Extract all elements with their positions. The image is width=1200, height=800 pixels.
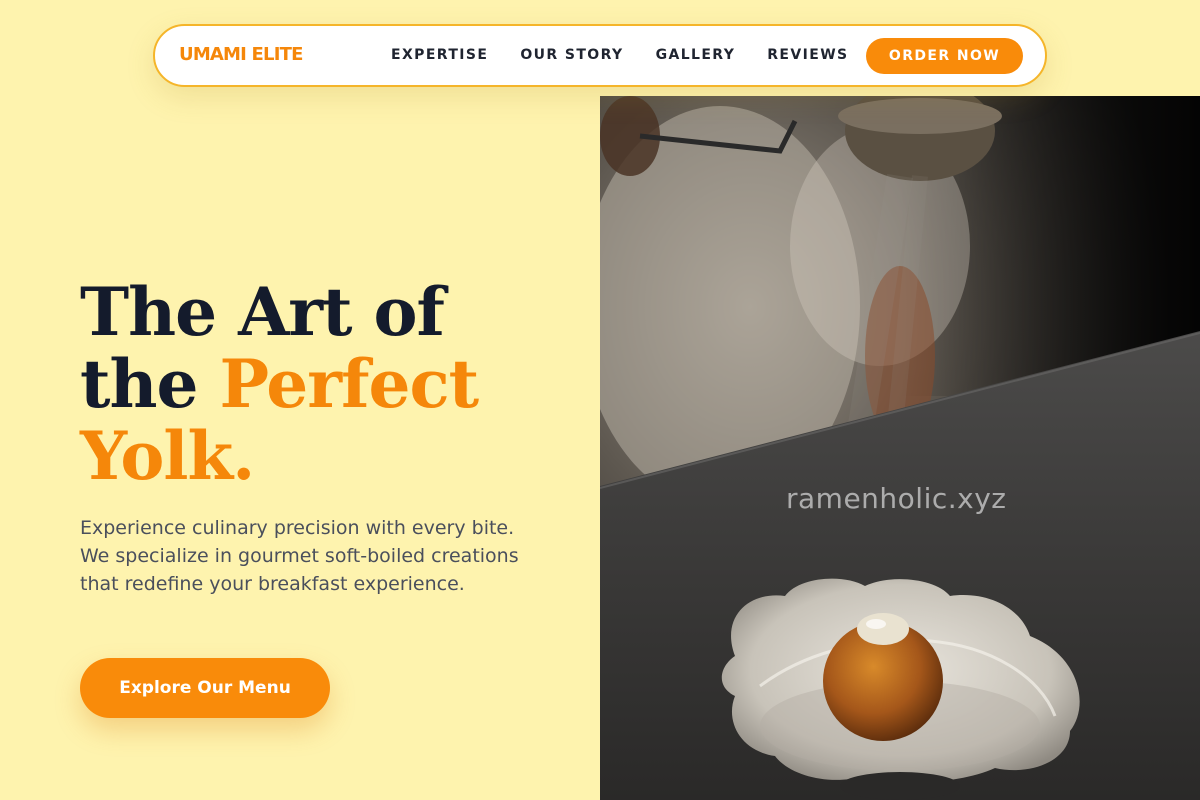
hero-title-plain: the (80, 345, 220, 423)
watermark: ramenholic.xyz (786, 482, 1007, 515)
nav-link-our-story[interactable]: OUR STORY (520, 47, 623, 63)
hero-title-line-2: the Perfect (80, 348, 580, 420)
hero-title-line-1: The Art of (80, 273, 445, 351)
hero-title: The Art of the Perfect Yolk. (80, 276, 580, 492)
logo[interactable]: UMAMI ELITE (179, 44, 303, 65)
nav-link-gallery[interactable]: GALLERY (656, 47, 736, 63)
nav-links: EXPERTISE OUR STORY GALLERY REVIEWS (391, 47, 881, 63)
nav-link-expertise[interactable]: EXPERTISE (391, 47, 488, 63)
nav-link-reviews[interactable]: REVIEWS (767, 47, 848, 63)
navbar: UMAMI ELITE EXPERTISE OUR STORY GALLERY … (153, 24, 1047, 87)
hero-title-line-3: Yolk. (80, 417, 255, 495)
hero-description: Experience culinary precision with every… (80, 517, 519, 595)
food-photo-illustration (600, 96, 1200, 800)
hero-food-photo (600, 96, 1200, 800)
explore-menu-button[interactable]: Explore Our Menu (80, 658, 330, 718)
order-now-button[interactable]: ORDER NOW (866, 38, 1023, 74)
hero-title-accent: Perfect (219, 345, 479, 423)
